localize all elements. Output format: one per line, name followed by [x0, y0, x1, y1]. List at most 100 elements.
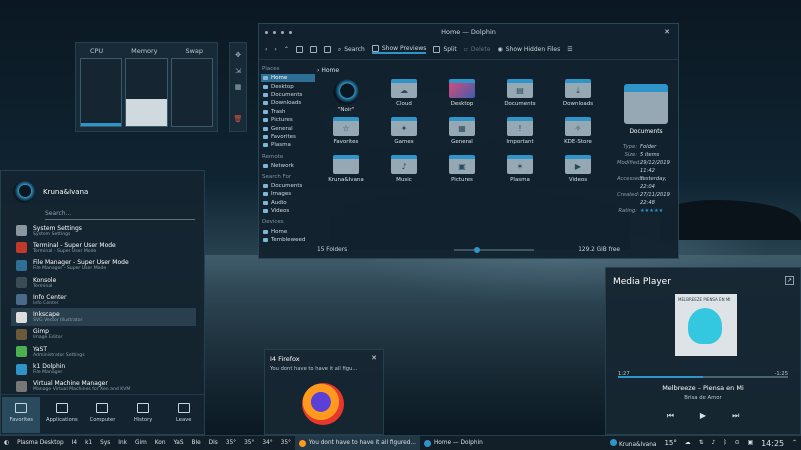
launcher-item[interactable]: Inkscape SVG Vector Illustrator: [11, 308, 196, 326]
task-dolphin[interactable]: Home — Dolphin: [420, 436, 487, 450]
pager-desktop-1[interactable]: I4: [68, 440, 81, 446]
tab-history[interactable]: History: [124, 397, 162, 433]
volume-icon[interactable]: ♪: [708, 440, 720, 446]
file-item[interactable]: ✶ Plasma: [493, 155, 547, 183]
app-launcher-icon[interactable]: ◐: [0, 440, 13, 446]
file-item[interactable]: ✦ Games: [377, 117, 431, 145]
pin-icon[interactable]: ↗: [785, 276, 794, 285]
tab-favorites[interactable]: Favorites: [2, 396, 41, 433]
delete-button[interactable]: ▫ Delete: [464, 46, 491, 53]
window-buttons[interactable]: [265, 30, 292, 34]
next-icon[interactable]: ⏭: [732, 411, 739, 421]
hamburger-menu-icon[interactable]: ☰: [567, 46, 572, 53]
file-item[interactable]: ▤ Documents: [493, 79, 547, 107]
play-icon[interactable]: ▶: [700, 411, 706, 421]
file-item[interactable]: "Noir": [319, 79, 373, 113]
show-hidden-button[interactable]: ◉ Show Hidden Files: [498, 46, 561, 53]
remote-item-network[interactable]: Network: [261, 162, 315, 170]
cloud-icon[interactable]: ☁: [681, 440, 695, 446]
place-item-favorites[interactable]: Favorites: [261, 133, 315, 141]
device-item-home[interactable]: Home: [261, 227, 315, 235]
launcher-item[interactable]: System Settings System Settings: [11, 222, 196, 239]
weather-widget[interactable]: 15°: [660, 439, 680, 447]
launcher-item[interactable]: k1 Dolphin File Manager: [11, 360, 196, 377]
resize-icon[interactable]: ⇲: [230, 67, 246, 75]
file-item[interactable]: ♪ Music: [377, 155, 431, 183]
search-for-item-videos[interactable]: Videos: [261, 207, 315, 215]
zoom-slider[interactable]: [454, 247, 534, 253]
user-switcher[interactable]: Kruna&Ivana: [606, 438, 660, 448]
zoom-handle[interactable]: [474, 247, 480, 253]
forward-icon[interactable]: ›: [274, 46, 276, 53]
previous-icon[interactable]: ⏮: [667, 411, 674, 421]
file-item[interactable]: ! Important: [493, 117, 547, 145]
launcher-item[interactable]: Konsole Terminal: [11, 274, 196, 291]
file-item[interactable]: Desktop: [435, 79, 489, 107]
file-item[interactable]: ▣ Pictures: [435, 155, 489, 183]
file-item[interactable]: ✧ KDE-Store: [551, 117, 605, 145]
pager-desktop-2[interactable]: k1: [81, 440, 96, 446]
split-button[interactable]: Split: [433, 46, 457, 53]
search-for-item-audio[interactable]: Audio: [261, 199, 315, 207]
close-icon[interactable]: ✕: [371, 354, 377, 362]
tab-applications[interactable]: Applications: [43, 397, 81, 433]
taskbar-widget-kon[interactable]: Kon: [151, 440, 170, 446]
place-item-documents[interactable]: Documents: [261, 91, 315, 99]
place-item-pictures[interactable]: Pictures: [261, 116, 315, 124]
bluetooth-icon[interactable]: ᛒ: [719, 440, 730, 446]
view-icons-icon[interactable]: [295, 46, 303, 53]
taskbar-widget-ink[interactable]: Ink: [114, 440, 131, 446]
expand-tray-icon[interactable]: ⌃: [788, 440, 801, 446]
system-clock[interactable]: 14:25: [757, 439, 788, 448]
launcher-item[interactable]: Gimp Image Editor: [11, 326, 196, 343]
place-item-home[interactable]: Home: [261, 74, 315, 83]
breadcrumb[interactable]: › Home: [317, 67, 339, 74]
close-icon[interactable]: ✕: [664, 28, 670, 36]
launcher-item[interactable]: YaST Administrator Settings: [11, 343, 196, 360]
taskbar-widget-gim[interactable]: Gim: [131, 440, 151, 446]
seek-bar[interactable]: [618, 376, 788, 378]
taskbar-widget-yas[interactable]: YaS: [170, 440, 188, 446]
taskbar-widget-ble[interactable]: Ble: [188, 440, 205, 446]
widget-toolbox[interactable]: ✥ ⇲ ▦ 🗑: [229, 42, 247, 132]
breadcrumb-home[interactable]: Home: [321, 67, 339, 74]
network-icon[interactable]: ⇅: [695, 440, 708, 446]
delete-icon[interactable]: 🗑: [230, 115, 246, 123]
launcher-item[interactable]: Info Center Info Center: [11, 291, 196, 308]
view-details-icon[interactable]: [323, 46, 331, 53]
activity-label[interactable]: Plasma Desktop: [13, 440, 68, 446]
file-item[interactable]: Kruna&Ivana: [319, 155, 373, 183]
task-firefox[interactable]: You dont have to have it all figured...: [294, 435, 420, 450]
search-for-item-documents[interactable]: Documents: [261, 182, 315, 190]
place-item-desktop[interactable]: Desktop: [261, 82, 315, 90]
tab-leave[interactable]: Leave: [165, 397, 203, 433]
launcher-search-input[interactable]: Search...: [45, 210, 195, 220]
show-previews-button[interactable]: Show Previews: [371, 45, 427, 54]
launcher-item[interactable]: File Manager - Super User Mode File Manag…: [11, 257, 196, 274]
file-item[interactable]: ☆ Favorites: [319, 117, 373, 145]
file-item[interactable]: ▦ General: [435, 117, 489, 145]
clipboard-icon[interactable]: ▣: [744, 440, 757, 446]
file-item[interactable]: ▶ Videos: [551, 155, 605, 183]
tab-computer[interactable]: Computer: [83, 397, 121, 433]
move-icon[interactable]: ✥: [230, 51, 246, 59]
taskbar-widget-dis[interactable]: Dis: [205, 440, 222, 446]
place-item-downloads[interactable]: Downloads: [261, 99, 315, 107]
file-item[interactable]: ☁ Cloud: [377, 79, 431, 107]
search-button[interactable]: ⌕ Search: [338, 46, 365, 54]
place-item-plasma[interactable]: Plasma: [261, 141, 315, 149]
launcher-item[interactable]: Virtual Machine Manager Manage Virtual Ma…: [11, 378, 196, 395]
place-item-trash[interactable]: Trash: [261, 108, 315, 116]
file-item[interactable]: ⤓ Downloads: [551, 79, 605, 107]
view-compact-icon[interactable]: [309, 46, 317, 53]
search-for-item-images[interactable]: Images: [261, 190, 315, 198]
window-titlebar[interactable]: Home — Dolphin ✕: [259, 24, 678, 40]
taskbar-widget-sys[interactable]: Sys: [96, 440, 114, 446]
firefox-notification[interactable]: I4 Firefox You dont have to have it all …: [264, 349, 384, 435]
back-icon[interactable]: ‹: [265, 46, 267, 53]
place-item-general[interactable]: General: [261, 124, 315, 132]
launcher-item[interactable]: Terminal - Super User Mode Terminal - Sup…: [11, 239, 196, 256]
settings-icon[interactable]: ▦: [230, 83, 246, 91]
up-icon[interactable]: ⌃: [284, 46, 289, 53]
tray-icon[interactable]: ⊙: [731, 440, 744, 446]
